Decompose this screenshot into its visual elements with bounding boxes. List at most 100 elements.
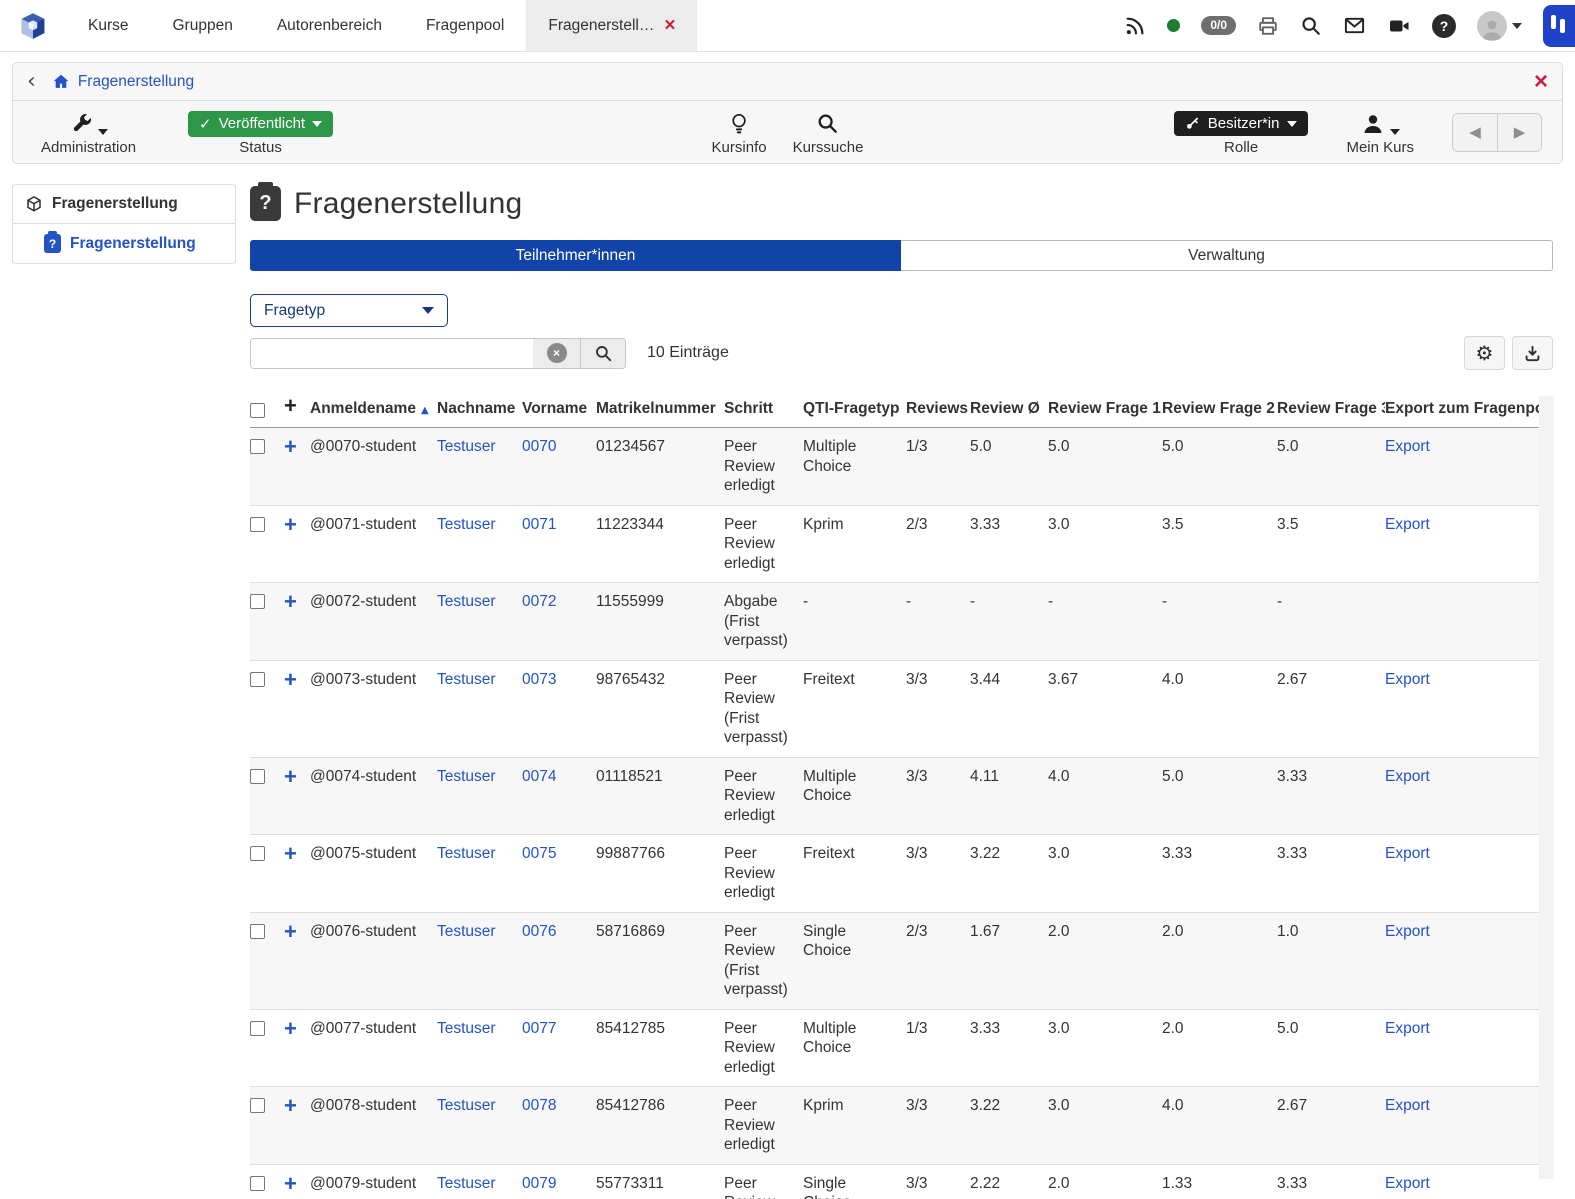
nachname-link[interactable]: Testuser [437,438,496,455]
column-header-export[interactable]: Export zum Fragenpool [1385,392,1553,428]
nachname-link[interactable]: Testuser [437,1020,496,1037]
counter-badge[interactable]: 0/0 [1201,16,1236,36]
vorname-link[interactable]: 0074 [522,768,556,785]
sidebar-item-fragenerstellung-1[interactable]: ?Fragenerstellung [13,223,235,263]
nav-tab-gruppen[interactable]: Gruppen [151,0,255,51]
table-scrollbar[interactable] [1539,396,1554,1179]
nav-tab-autorenbereich[interactable]: Autorenbereich [255,0,404,51]
openolat-logo-icon[interactable] [0,0,66,51]
column-header-qti[interactable]: QTI-Fragetyp [803,392,906,428]
column-header-anmeldename[interactable]: Anmeldename▲ [310,392,437,428]
export-link[interactable]: Export [1385,438,1430,455]
column-header-f2[interactable]: Review Frage 2 [1162,392,1277,428]
back-button[interactable]: ‹ [27,71,36,93]
row-checkbox[interactable] [250,846,265,861]
vorname-link[interactable]: 0078 [522,1097,556,1114]
add-row-icon[interactable]: + [284,1096,297,1116]
select-all-checkbox[interactable] [250,403,265,418]
search-submit-button[interactable] [580,339,625,368]
export-link[interactable]: Export [1385,923,1430,940]
sidebar-item-fragenerstellung-0[interactable]: Fragenerstellung [13,185,235,223]
user-menu[interactable] [1477,11,1522,41]
add-all-icon[interactable]: + [284,396,297,416]
download-button[interactable] [1512,336,1553,370]
nachname-link[interactable]: Testuser [437,1097,496,1114]
nav-tab-fragenpool[interactable]: Fragenpool [404,0,526,51]
export-link[interactable]: Export [1385,1175,1430,1192]
add-row-icon[interactable]: + [284,1019,297,1039]
previous-button[interactable]: ◀ [1453,114,1497,151]
export-link[interactable]: Export [1385,1020,1430,1037]
column-header-f1[interactable]: Review Frage 1 [1048,392,1162,428]
export-link[interactable]: Export [1385,768,1430,785]
row-checkbox[interactable] [250,769,265,784]
help-icon[interactable]: ? [1432,14,1456,38]
column-header-nachname[interactable]: Nachname [437,392,522,428]
kurssuche-button[interactable]: Kurssuche [793,109,864,156]
support-button[interactable] [1543,5,1575,47]
nachname-link[interactable]: Testuser [437,671,496,688]
nachname-link[interactable]: Testuser [437,923,496,940]
fragetyp-dropdown[interactable]: Fragetyp [250,294,448,327]
vorname-link[interactable]: 0077 [522,1020,556,1037]
row-checkbox[interactable] [250,1098,265,1113]
vorname-link[interactable]: 0076 [522,923,556,940]
clear-search-button[interactable]: × [533,339,580,368]
export-link[interactable]: Export [1385,671,1430,688]
row-checkbox[interactable] [250,517,265,532]
add-row-icon[interactable]: + [284,922,297,942]
export-link[interactable]: Export [1385,1097,1430,1114]
vorname-link[interactable]: 0071 [522,516,556,533]
export-link[interactable]: Export [1385,516,1430,533]
tab-close-icon[interactable]: × [664,16,675,35]
export-link[interactable]: Export [1385,845,1430,862]
row-checkbox[interactable] [250,1021,265,1036]
vorname-link[interactable]: 0072 [522,593,556,610]
nachname-link[interactable]: Testuser [437,593,496,610]
vorname-link[interactable]: 0079 [522,1175,556,1192]
search-icon[interactable] [1300,15,1322,37]
add-row-icon[interactable]: + [284,767,297,787]
column-header-add[interactable]: + [284,392,310,428]
nav-tab-kurse[interactable]: Kurse [66,0,151,51]
status-button[interactable]: ✓ Veröffentlicht [188,111,333,137]
column-header-avg[interactable]: Review Ø [970,392,1048,428]
row-checkbox[interactable] [250,672,265,687]
add-row-icon[interactable]: + [284,592,297,612]
add-row-icon[interactable]: + [284,437,297,457]
printer-icon[interactable] [1257,15,1279,37]
column-header-vorname[interactable]: Vorname [522,392,596,428]
row-checkbox[interactable] [250,594,265,609]
search-input[interactable] [251,339,533,368]
add-row-icon[interactable]: + [284,1174,297,1194]
table-settings-button[interactable]: ⚙ [1464,336,1505,370]
meinkurs-menu[interactable]: Mein Kurs [1346,109,1414,156]
row-checkbox[interactable] [250,924,265,939]
add-row-icon[interactable]: + [284,515,297,535]
administration-menu[interactable]: Administration [41,109,136,156]
column-header-f3[interactable]: Review Frage 3 [1277,392,1385,428]
nachname-link[interactable]: Testuser [437,516,496,533]
nachname-link[interactable]: Testuser [437,1175,496,1192]
row-checkbox[interactable] [250,1176,265,1191]
mail-icon[interactable] [1343,14,1366,37]
tab-teilnehmer-innen[interactable]: Teilnehmer*innen [250,240,901,271]
nav-tab-fragenerstell[interactable]: Fragenerstell…× [526,0,697,51]
next-button[interactable]: ▶ [1497,114,1541,151]
column-header-reviews[interactable]: Reviews [906,392,970,428]
column-header-schritt[interactable]: Schritt [724,392,803,428]
kursinfo-button[interactable]: Kursinfo [712,109,767,156]
vorname-link[interactable]: 0075 [522,845,556,862]
add-row-icon[interactable]: + [284,844,297,864]
column-header-matrikelnummer[interactable]: Matrikelnummer [596,392,724,428]
breadcrumb-home-link[interactable]: Fragenerstellung [52,73,194,91]
video-icon[interactable] [1387,14,1411,38]
nachname-link[interactable]: Testuser [437,845,496,862]
role-button[interactable]: Besitzer*in [1174,111,1309,136]
row-checkbox[interactable] [250,439,265,454]
close-icon[interactable]: × [1534,70,1548,94]
rss-icon[interactable] [1124,15,1146,37]
vorname-link[interactable]: 0070 [522,438,556,455]
tab-verwaltung[interactable]: Verwaltung [901,240,1553,271]
vorname-link[interactable]: 0073 [522,671,556,688]
